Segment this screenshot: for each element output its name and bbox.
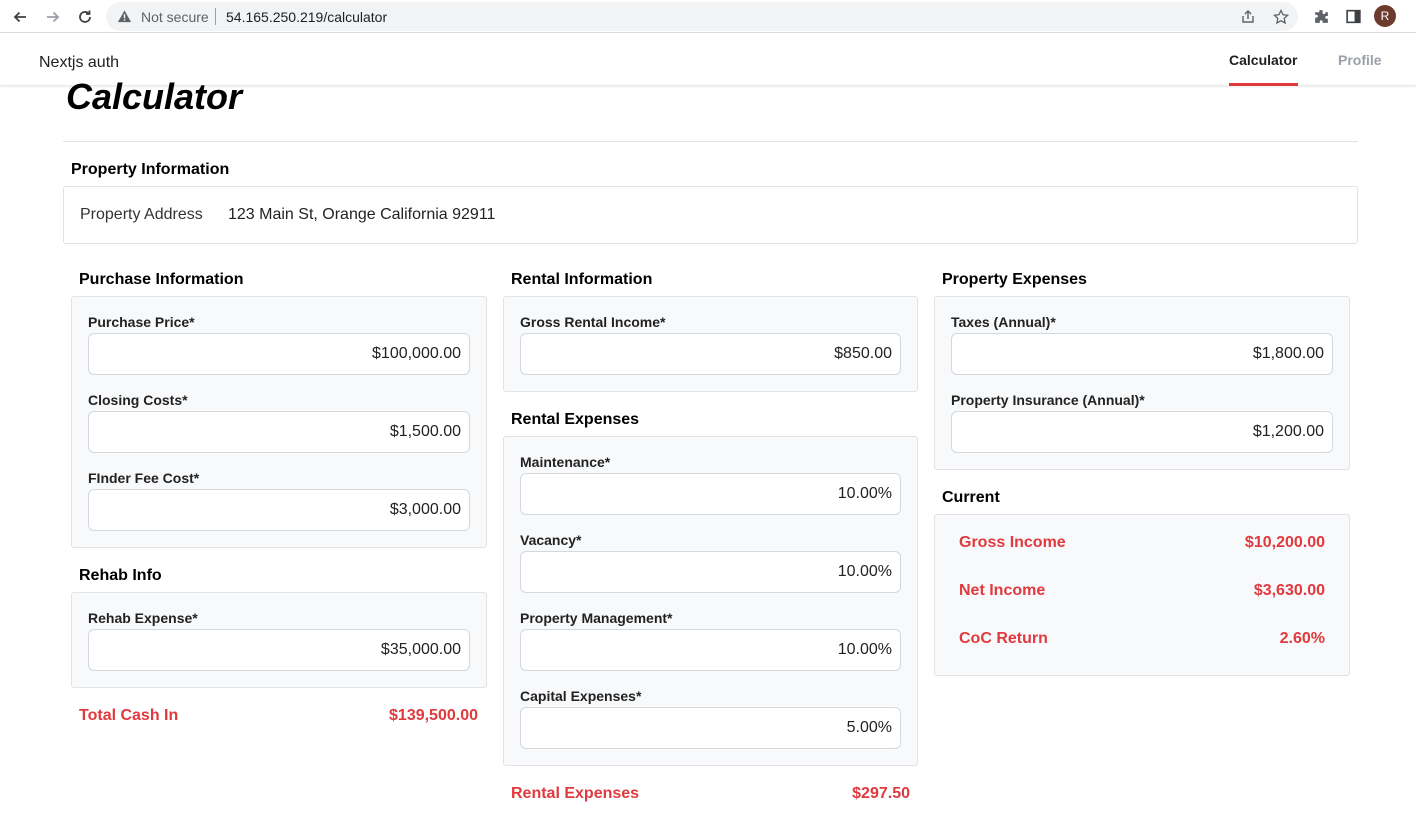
net-income-value: $3,630.00	[1253, 582, 1325, 599]
security-label[interactable]: Not secure	[141, 9, 209, 25]
closing-costs-input[interactable]	[88, 411, 470, 453]
gross-income-label: Gross Income	[959, 534, 1066, 551]
share-icon[interactable]	[1239, 8, 1257, 26]
net-income-label: Net Income	[959, 582, 1046, 599]
property-management-input[interactable]	[520, 629, 901, 671]
reload-icon[interactable]	[74, 6, 96, 28]
finder-fee-label: FInder Fee Cost*	[88, 470, 200, 486]
property-address-label: Property Address	[80, 206, 203, 223]
rental-expenses-total-value: $297.50	[852, 785, 910, 802]
address-separator	[215, 8, 216, 25]
maintenance-label: Maintenance*	[520, 454, 611, 470]
capital-expenses-input[interactable]	[520, 707, 901, 749]
rental-info-title: Rental Information	[511, 271, 653, 288]
total-cash-in-label: Total Cash In	[79, 707, 179, 724]
bookmark-star-icon[interactable]	[1272, 8, 1290, 26]
total-cash-in-value: $139,500.00	[389, 707, 478, 724]
rental-expenses-title: Rental Expenses	[511, 411, 640, 428]
address-bar[interactable]: Not secure 54.165.250.219/calculator	[106, 2, 1298, 31]
coc-return-label: CoC Return	[959, 630, 1048, 647]
property-expenses-title: Property Expenses	[942, 271, 1087, 288]
title-divider	[63, 141, 1358, 142]
extensions-icon[interactable]	[1311, 6, 1331, 26]
gross-rental-income-label: Gross Rental Income*	[520, 314, 666, 330]
property-insurance-input[interactable]	[951, 411, 1333, 453]
back-icon[interactable]	[9, 6, 31, 28]
purchase-price-input[interactable]	[88, 333, 470, 375]
side-panel-icon[interactable]	[1343, 6, 1363, 26]
browser-toolbar: Not secure 54.165.250.219/calculator R	[0, 0, 1416, 33]
rental-expenses-total-label: Rental Expenses	[511, 785, 640, 802]
property-insurance-label: Property Insurance (Annual)*	[951, 392, 1145, 408]
closing-costs-label: Closing Costs*	[88, 392, 188, 408]
current-title: Current	[942, 489, 1000, 506]
purchase-price-label: Purchase Price*	[88, 314, 195, 330]
page-title: Calculator	[66, 76, 243, 117]
maintenance-input[interactable]	[520, 473, 901, 515]
brand-title[interactable]: Nextjs auth	[39, 54, 119, 72]
vacancy-label: Vacancy*	[520, 532, 582, 548]
property-management-label: Property Management*	[520, 610, 673, 626]
gross-income-value: $10,200.00	[1244, 534, 1325, 551]
capital-expenses-label: Capital Expenses*	[520, 688, 642, 704]
taxes-input[interactable]	[951, 333, 1333, 375]
forward-icon[interactable]	[42, 6, 64, 28]
tab-profile[interactable]: Profile	[1338, 52, 1382, 86]
rehab-expense-input[interactable]	[88, 629, 470, 671]
finder-fee-input[interactable]	[88, 489, 470, 531]
purchase-info-title: Purchase Information	[79, 271, 244, 288]
profile-avatar[interactable]: R	[1374, 5, 1396, 27]
warning-icon	[117, 10, 132, 23]
vacancy-input[interactable]	[520, 551, 901, 593]
gross-rental-income-input[interactable]	[520, 333, 901, 375]
url-text[interactable]: 54.165.250.219/calculator	[226, 9, 387, 25]
property-info-title: Property Information	[71, 161, 230, 178]
taxes-label: Taxes (Annual)*	[951, 314, 1056, 330]
coc-return-value: 2.60%	[1279, 630, 1325, 647]
rehab-info-title: Rehab Info	[79, 567, 162, 584]
property-address-value[interactable]: 123 Main St, Orange California 92911	[228, 206, 495, 224]
tab-calculator[interactable]: Calculator	[1229, 52, 1298, 86]
rehab-expense-label: Rehab Expense*	[88, 610, 198, 626]
